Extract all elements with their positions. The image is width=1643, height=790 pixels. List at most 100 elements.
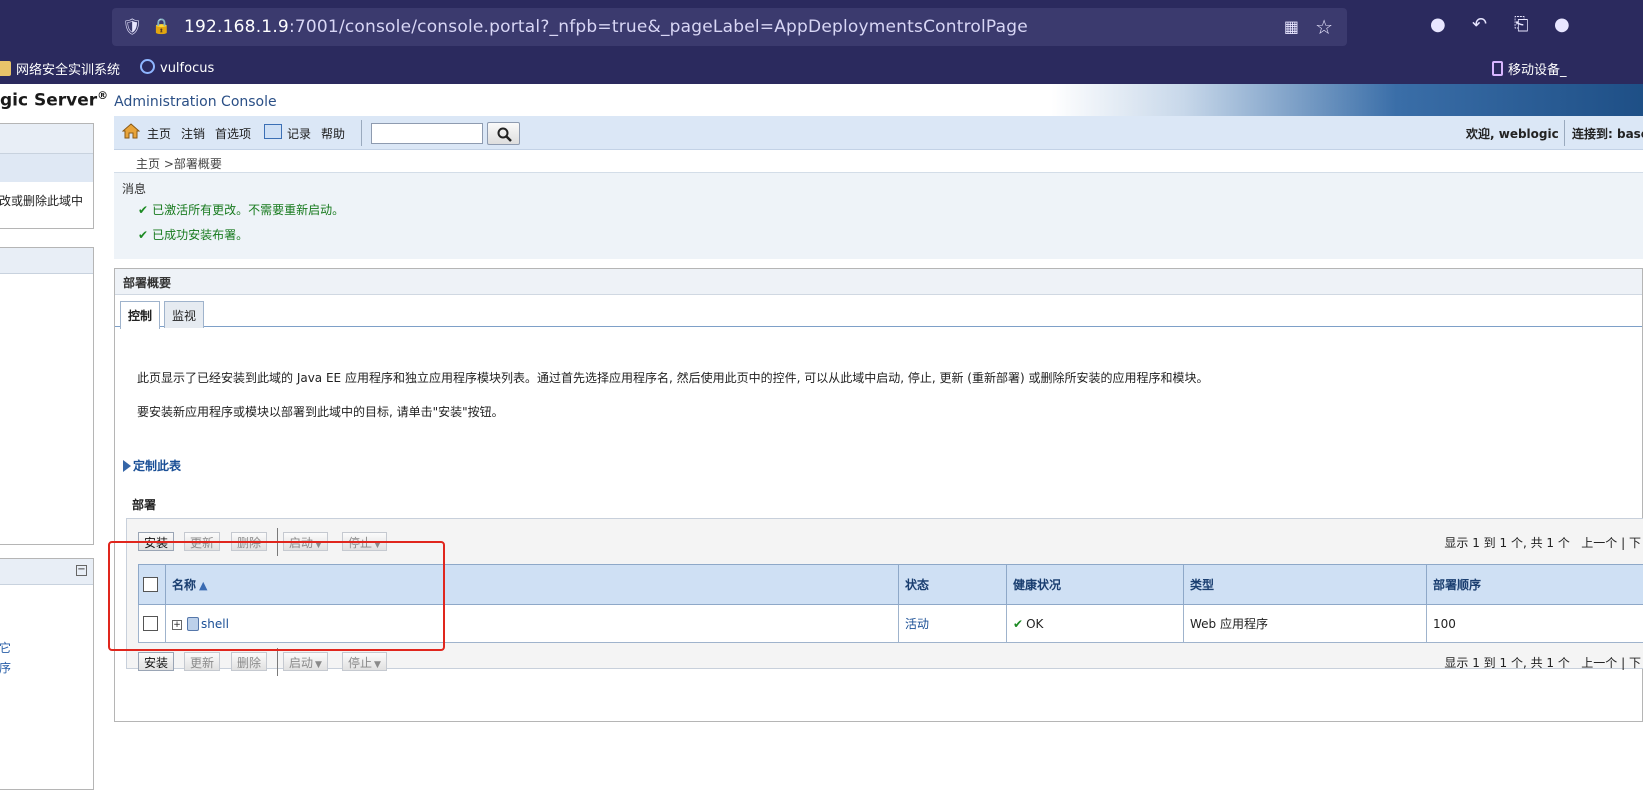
tab-bar: 控制 监视 — [115, 297, 1642, 329]
message-item: ✔ 已激活所有更改。不需要重新启动。 — [138, 203, 345, 217]
button-divider — [277, 648, 278, 676]
mobile-bookmarks[interactable]: 移动设备_ — [1492, 59, 1567, 78]
button-bar-bottom: 安装 更新 删除 启动 ▼ 停止 ▼ 显示 1 到 1 个, 共 1 个 上一个 |… — [127, 642, 1643, 676]
row-checkbox[interactable] — [143, 616, 158, 631]
sort-ascending-icon[interactable]: ▲ — [199, 579, 207, 592]
toolbar-divider — [361, 120, 362, 146]
checkmark-icon: ✔ — [138, 228, 149, 242]
browser-toolbar: 🛡 🔒 192.168.1.9:7001/console/console.por… — [0, 0, 1643, 52]
delete-button[interactable]: 删除 — [231, 532, 268, 551]
panel-link[interactable]: 序 — [0, 659, 11, 676]
bookmark-star-icon[interactable]: ☆ — [1315, 15, 1333, 39]
how-do-i-panel: − 它 序 — [0, 558, 94, 790]
chevron-down-icon: ▼ — [315, 660, 322, 670]
bookmark-item[interactable]: vulfocus — [140, 59, 214, 76]
deployments-table: 名称 ▲ 状态 健康状况 类型 部署顺序 + shell 活动 ✔ OK Web 应用… — [138, 564, 1643, 643]
next-link[interactable]: 下 — [1629, 656, 1641, 670]
extension-icon[interactable]: ● — [1430, 14, 1446, 35]
description-text: 此页显示了已经安装到此域的 Java EE 应用程序和独立应用程序模块列表。通过… — [137, 371, 1209, 385]
panel-link[interactable]: 它 — [0, 639, 11, 656]
shield-icon[interactable]: 🛡 — [122, 17, 142, 37]
app-name-link[interactable]: shell — [201, 617, 229, 631]
share-icon[interactable]: ⎗ — [1514, 14, 1528, 35]
breadcrumb[interactable]: 主页 >部署概要 — [136, 155, 222, 172]
phone-icon — [1492, 61, 1503, 76]
preferences-link[interactable]: 首选项 — [215, 125, 251, 142]
column-header-health[interactable]: 健康状况 — [1006, 564, 1184, 605]
customize-table-link[interactable]: 定制此表 — [123, 457, 181, 474]
checkmark-icon: ✔ — [1013, 616, 1024, 631]
button-bar-top: 安装 更新 删除 启动 ▼ 停止 ▼ 显示 1 到 1 个, 共 1 个 上一个 |… — [127, 522, 1643, 556]
install-button[interactable]: 安装 — [138, 652, 175, 671]
record-icon[interactable] — [264, 124, 282, 139]
search-button[interactable] — [487, 122, 520, 145]
record-link[interactable]: 记录 — [287, 125, 311, 142]
messages-title: 消息 — [122, 182, 147, 196]
next-link[interactable]: 下 — [1629, 536, 1641, 550]
vulfocus-icon — [140, 59, 155, 74]
domain-structure-panel — [0, 247, 94, 545]
health-cell: ✔ OK — [1006, 604, 1184, 643]
search-icon — [497, 127, 512, 142]
expand-icon[interactable]: + — [172, 619, 182, 630]
help-link[interactable]: 帮助 — [321, 125, 345, 142]
pager: 显示 1 到 1 个, 共 1 个 上一个 | 下 — [1444, 536, 1641, 550]
panel-text: 改或删除此域中 — [0, 194, 84, 208]
pager-text: 显示 1 到 1 个, 共 1 个 — [1444, 656, 1570, 670]
tab-monitor[interactable]: 监视 — [164, 301, 205, 328]
column-header-type[interactable]: 类型 — [1183, 564, 1427, 605]
prev-link[interactable]: 上一个 — [1581, 536, 1617, 550]
start-dropdown[interactable]: 启动 ▼ — [283, 652, 328, 671]
button-divider — [277, 528, 278, 556]
start-dropdown[interactable]: 启动 ▼ — [283, 532, 328, 551]
profile-icon[interactable]: ● — [1554, 14, 1570, 35]
stop-dropdown[interactable]: 停止 ▼ — [342, 532, 387, 551]
install-button[interactable]: 安装 — [138, 532, 175, 551]
select-all-checkbox[interactable] — [143, 577, 158, 592]
column-header-order[interactable]: 部署顺序 — [1426, 564, 1643, 605]
column-header-state[interactable]: 状态 — [898, 564, 1007, 605]
name-cell: + shell — [165, 604, 899, 643]
chevron-down-icon: ▼ — [315, 540, 322, 550]
web-app-icon — [187, 616, 199, 631]
console-header: gic Server® Administration Console — [0, 84, 1643, 116]
lock-icon[interactable]: 🔒 — [152, 17, 172, 37]
table-row: + shell 活动 ✔ OK Web 应用程序 100 — [138, 604, 1643, 643]
folder-icon — [0, 61, 11, 76]
search-input[interactable] — [371, 123, 483, 144]
messages-box: 消息 ✔ 已激活所有更改。不需要重新启动。 ✔ 已成功安装布署。 — [114, 172, 1643, 259]
bookmarks-bar: 网络安全实训系统 vulfocus 移动设备_ — [0, 52, 1643, 84]
column-header-name[interactable]: 名称 ▲ — [165, 564, 899, 605]
table-header-row: 名称 ▲ 状态 健康状况 类型 部署顺序 — [138, 564, 1643, 605]
prev-link[interactable]: 上一个 — [1581, 656, 1617, 670]
stop-dropdown[interactable]: 停止 ▼ — [342, 652, 387, 671]
message-item: ✔ 已成功安装布署。 — [138, 228, 249, 242]
type-cell: Web 应用程序 — [1183, 604, 1427, 643]
panel-header — [0, 248, 93, 274]
checkmark-icon: ✔ — [138, 203, 149, 217]
url-text[interactable]: 192.168.1.9:7001/console/console.portal?… — [184, 17, 1028, 37]
delete-button[interactable]: 删除 — [231, 652, 268, 671]
select-all-cell — [138, 564, 166, 605]
address-bar[interactable]: 🛡 🔒 192.168.1.9:7001/console/console.por… — [112, 8, 1347, 46]
home-icon[interactable] — [122, 123, 140, 139]
qr-code-icon[interactable]: ▦ — [1284, 17, 1299, 36]
bookmark-item[interactable]: 网络安全实训系统 — [0, 59, 120, 78]
back-arrow-icon[interactable]: ↶ — [1472, 14, 1487, 35]
panel-header — [0, 124, 93, 154]
console-toolbar: 主页 注销 首选项 记录 帮助 欢迎, weblogic 连接到: base — [114, 116, 1643, 150]
console-title: gic Server® Administration Console — [0, 89, 277, 111]
install-hint-text: 要安装新应用程序或模块以部署到此域中的目标, 请单击"安装"按钮。 — [137, 405, 504, 419]
row-select-cell — [138, 604, 166, 643]
logout-link[interactable]: 注销 — [181, 125, 205, 142]
toolbar-divider — [1564, 120, 1565, 146]
state-link[interactable]: 活动 — [905, 617, 929, 631]
collapse-icon[interactable]: − — [76, 565, 87, 576]
update-button[interactable]: 更新 — [184, 652, 221, 671]
home-link[interactable]: 主页 — [147, 125, 171, 142]
tab-control[interactable]: 控制 — [120, 301, 161, 329]
connected-text: 连接到: base — [1572, 127, 1643, 141]
panel-title: 部署概要 — [115, 269, 1642, 295]
update-button[interactable]: 更新 — [184, 532, 221, 551]
change-center-panel: 改或删除此域中 — [0, 123, 94, 229]
